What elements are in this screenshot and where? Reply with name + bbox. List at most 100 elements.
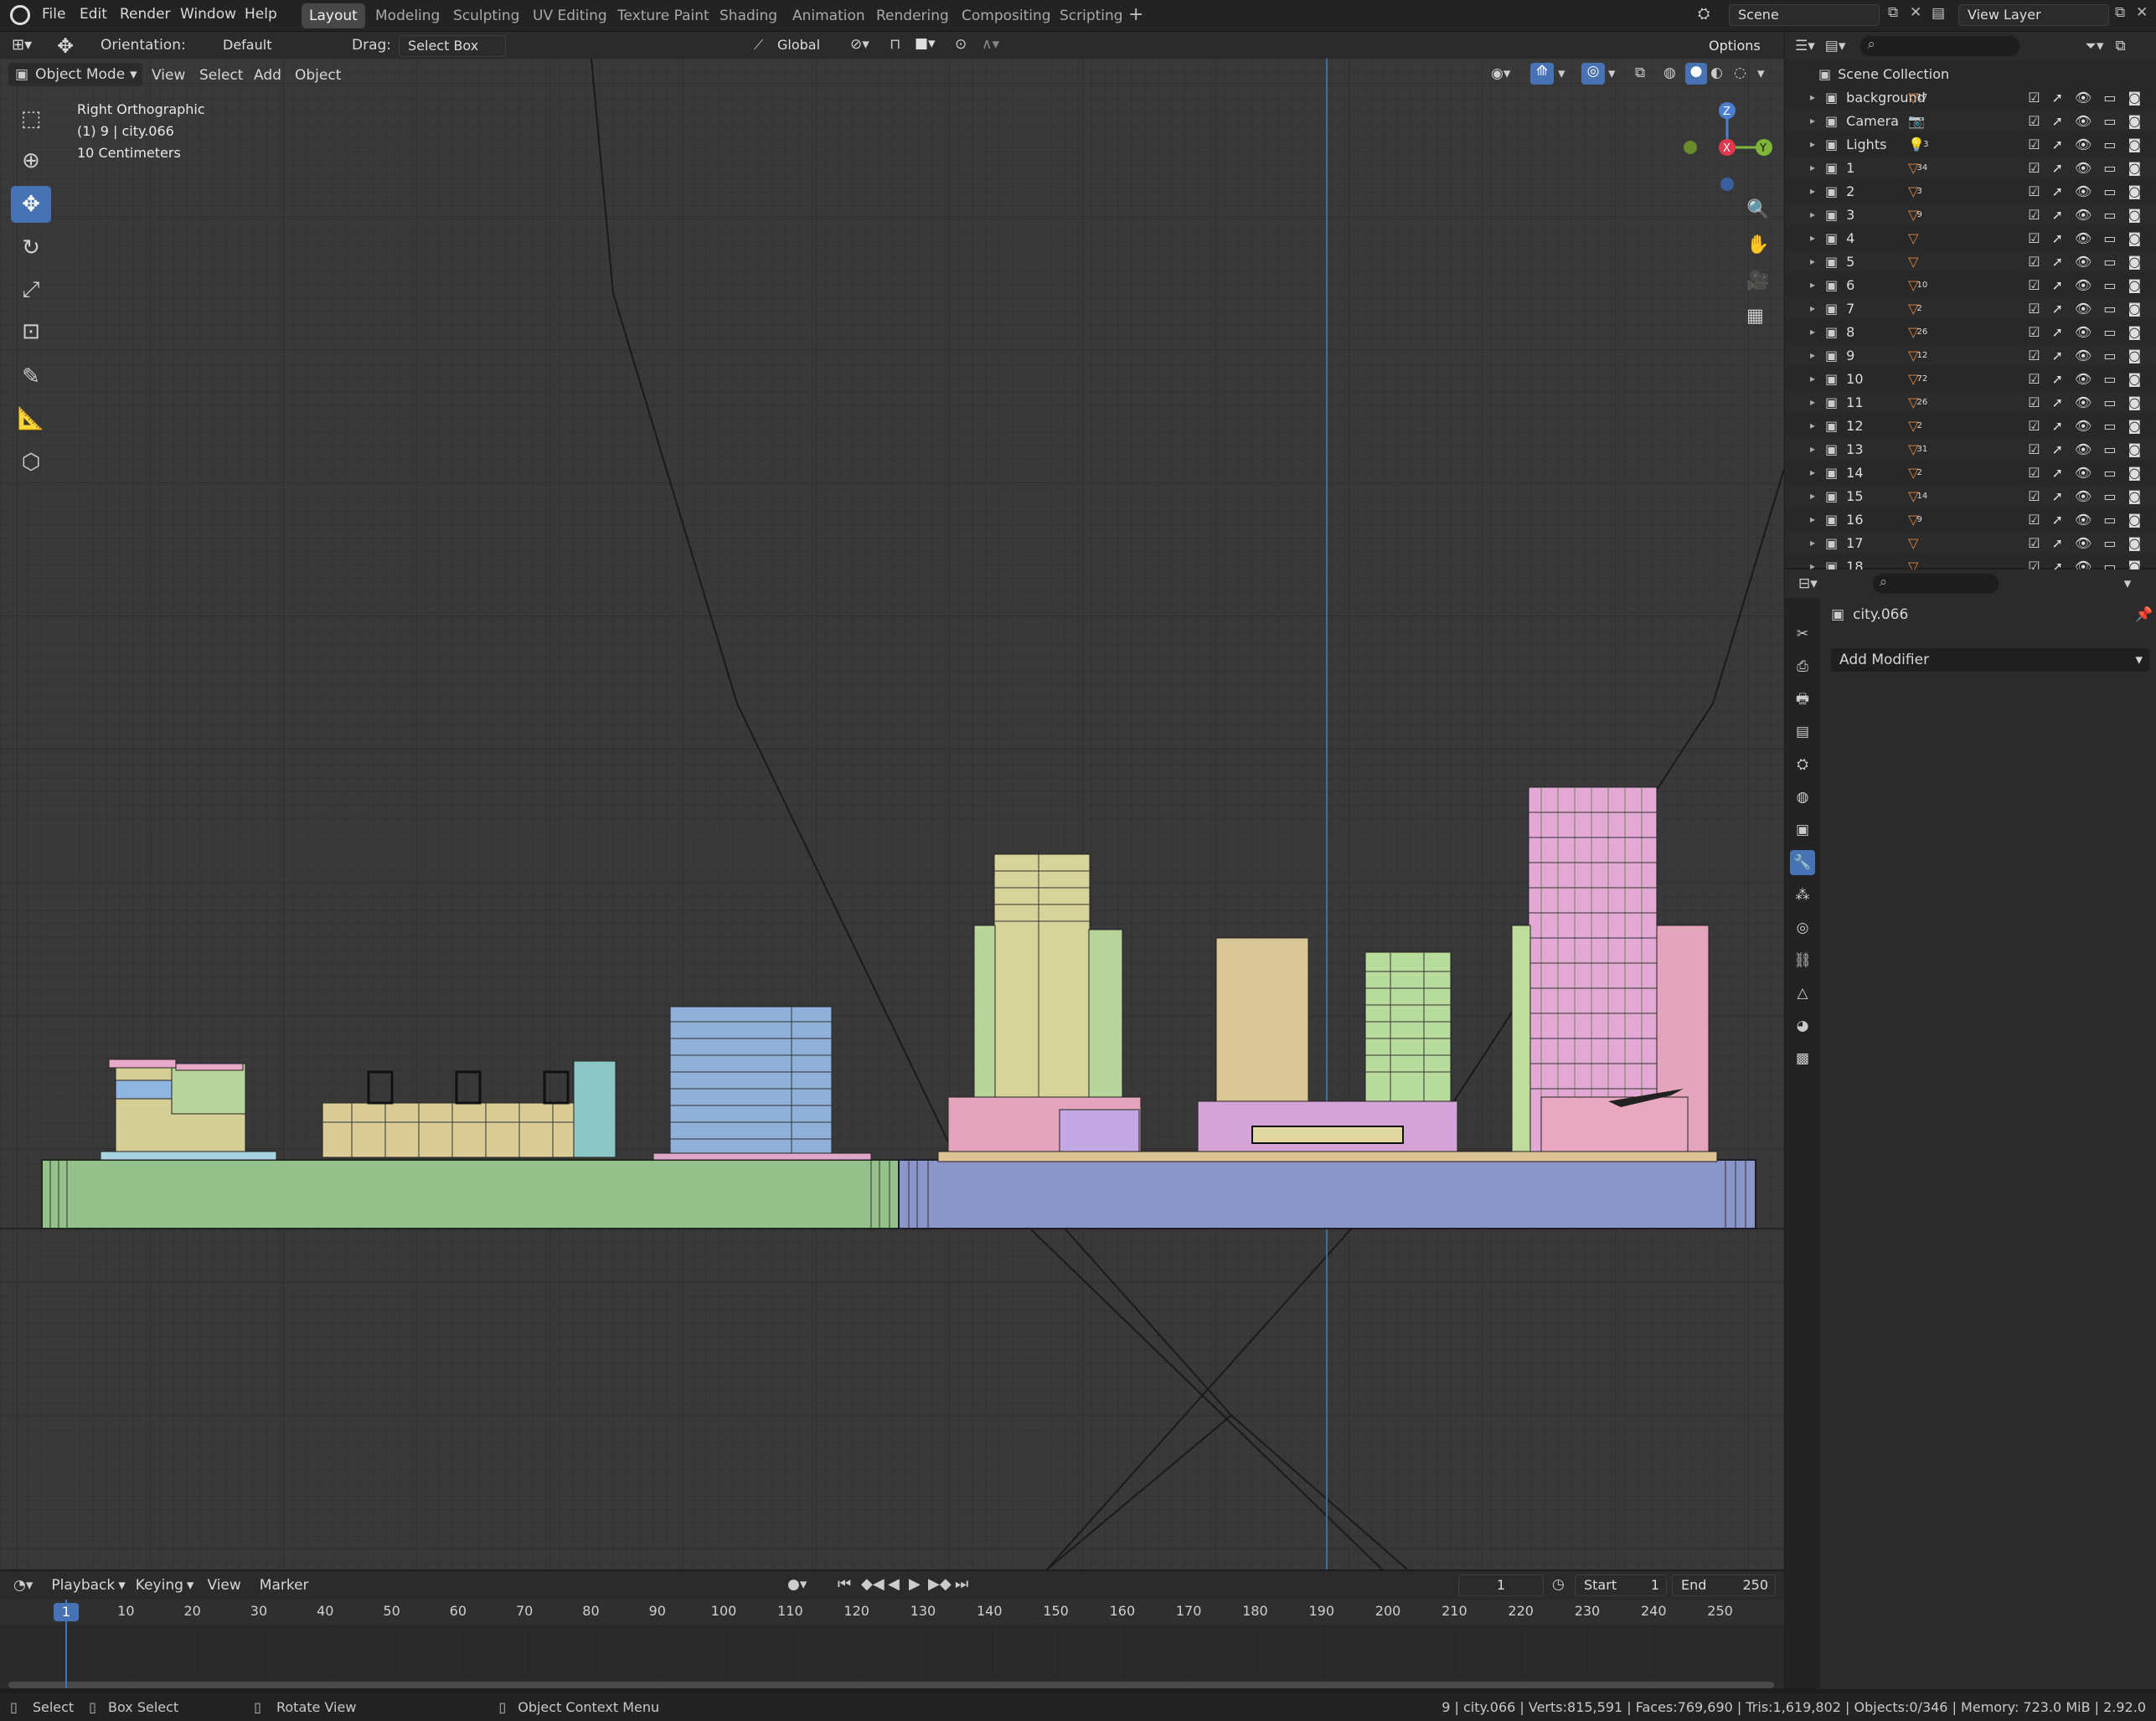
wireframe-shading-icon[interactable]: ◍	[1663, 64, 1676, 81]
eye-icon[interactable]: 👁	[2075, 183, 2092, 199]
viewport-toggle-icon[interactable]: ▭	[2103, 230, 2116, 246]
viewport-toggle-icon[interactable]: ▭	[2103, 465, 2116, 481]
outliner-row[interactable]: ▸ ▣ 1 ▽ 34 ☑ ➚ 👁 ▭ ◙	[1785, 156, 2156, 179]
render-toggle-icon[interactable]: ◙	[2128, 254, 2141, 270]
filter-icon[interactable]: ⏷▾	[2085, 38, 2103, 54]
eye-icon[interactable]: 👁	[2075, 207, 2092, 223]
proportional-edit-icon[interactable]: ⊙	[955, 36, 967, 53]
eye-icon[interactable]: 👁	[2075, 90, 2092, 106]
view-layer-icon[interactable]: ▤	[1790, 719, 1815, 745]
material-icon[interactable]: ◕	[1790, 1013, 1815, 1038]
options-dropdown[interactable]: Options	[1700, 35, 1769, 57]
outliner-editor-icon[interactable]: ☰▾	[1795, 38, 1815, 54]
next-keyframe-icon[interactable]: ▶◆	[928, 1575, 952, 1593]
exclude-checkbox[interactable]: ☑	[2028, 301, 2040, 317]
select-toggle-icon[interactable]: ➚	[2052, 137, 2063, 152]
scale-tool-icon[interactable]: ⤢	[11, 271, 51, 308]
tab-modeling[interactable]: Modeling	[368, 3, 447, 28]
properties-search-input[interactable]: ⌕	[1872, 574, 1999, 594]
drag-dropdown[interactable]: Select Box	[399, 35, 506, 57]
add-cube-tool-icon[interactable]: ⬡	[11, 444, 51, 481]
new-view-layer-icon[interactable]: ⧉	[2115, 4, 2125, 21]
expand-icon[interactable]: ▸	[1810, 537, 1815, 549]
select-toggle-icon[interactable]: ➚	[2052, 277, 2063, 293]
render-toggle-icon[interactable]: ◙	[2128, 160, 2141, 176]
viewport-toggle-icon[interactable]: ▭	[2103, 301, 2116, 317]
viewport-toggle-icon[interactable]: ▭	[2103, 512, 2116, 528]
eye-icon[interactable]: 👁	[2075, 113, 2092, 129]
blender-logo-icon[interactable]	[10, 5, 30, 25]
expand-icon[interactable]: ▸	[1810, 91, 1815, 103]
expand-icon[interactable]: ▸	[1810, 115, 1815, 126]
pan-hand-icon[interactable]: ✋	[1746, 234, 1769, 255]
exclude-checkbox[interactable]: ☑	[2028, 371, 2040, 387]
select-toggle-icon[interactable]: ➚	[2052, 113, 2063, 129]
eye-icon[interactable]: 👁	[2075, 441, 2092, 457]
frame-ruler[interactable]: 10 20 30 40 50 60 70 80 90 100 110 120 130 140 150 160 1…	[0, 1600, 1784, 1625]
close-view-layer-icon[interactable]: ✕	[2136, 4, 2148, 21]
tab-layout[interactable]: Layout	[302, 3, 365, 28]
move-tool-icon[interactable]: ✥	[11, 186, 51, 223]
exclude-checkbox[interactable]: ☑	[2028, 160, 2040, 176]
exclude-checkbox[interactable]: ☑	[2028, 90, 2040, 106]
new-collection-icon[interactable]: ⧉	[2116, 38, 2126, 54]
editor-type-icon[interactable]: ⊞▾	[12, 36, 32, 54]
outliner-row[interactable]: ▸ ▣ 10 ▽ 72 ☑ ➚ 👁 ▭ ◙	[1785, 367, 2156, 390]
add-modifier-dropdown[interactable]: Add Modifier ▾	[1831, 648, 2149, 672]
3d-viewport[interactable]	[0, 59, 1784, 1569]
expand-icon[interactable]: ▸	[1810, 513, 1815, 525]
new-scene-icon[interactable]: ⧉	[1888, 4, 1898, 21]
outliner-row[interactable]: ▸ ▣ 6 ▽ 10 ☑ ➚ 👁 ▭ ◙	[1785, 273, 2156, 296]
end-frame-field[interactable]: End 250	[1672, 1574, 1776, 1596]
expand-icon[interactable]: ▸	[1810, 302, 1815, 314]
tab-shading[interactable]: Shading	[712, 3, 785, 28]
exclude-checkbox[interactable]: ☑	[2028, 488, 2040, 504]
eye-icon[interactable]: 👁	[2075, 348, 2092, 363]
viewport-toggle-icon[interactable]: ▭	[2103, 394, 2116, 410]
measure-tool-icon[interactable]: 📐	[11, 400, 51, 437]
pivot-icon[interactable]: ⊘▾	[850, 36, 869, 53]
scene-icon[interactable]: ⛭	[1790, 752, 1815, 777]
auto-keying-icon[interactable]: ●▾	[787, 1576, 807, 1593]
outliner-row[interactable]: ▸ ▣ 2 ▽ 3 ☑ ➚ 👁 ▭ ◙	[1785, 179, 2156, 203]
snap-icon[interactable]: ⊓	[890, 36, 900, 53]
orientation-dropdown[interactable]: Default	[214, 35, 330, 57]
eye-icon[interactable]: 👁	[2075, 465, 2092, 481]
outliner-row[interactable]: ▸ ▣ 11 ▽ 26 ☑ ➚ 👁 ▭ ◙	[1785, 390, 2156, 414]
eye-icon[interactable]: 👁	[2075, 535, 2092, 551]
expand-icon[interactable]: ▸	[1810, 443, 1815, 455]
render-toggle-icon[interactable]: ◙	[2128, 394, 2141, 410]
outliner-row[interactable]: ▸ ▣ Camera 📷 ☑ ➚ 👁 ▭ ◙	[1785, 109, 2156, 132]
outliner-row[interactable]: ▸ ▣ 5 ▽ ☑ ➚ 👁 ▭ ◙	[1785, 250, 2156, 273]
playhead-marker[interactable]: 1	[54, 1603, 79, 1621]
view-layer-icon[interactable]: ▤	[1932, 5, 1945, 22]
move-tool-icon[interactable]: ✥	[57, 34, 74, 58]
viewport-toggle-icon[interactable]: ▭	[2103, 348, 2116, 363]
outliner-row[interactable]: ▸ ▣ 13 ▽ 31 ☑ ➚ 👁 ▭ ◙	[1785, 437, 2156, 461]
expand-icon[interactable]: ▸	[1810, 373, 1815, 384]
expand-icon[interactable]: ▸	[1810, 326, 1815, 338]
output-icon[interactable]: 🖶	[1790, 687, 1815, 712]
select-toggle-icon[interactable]: ➚	[2052, 160, 2063, 176]
data-icon[interactable]: △	[1790, 981, 1815, 1006]
viewport-menu-add[interactable]: Add	[254, 67, 281, 84]
expand-icon[interactable]: ▸	[1810, 162, 1815, 173]
expand-icon[interactable]: ▸	[1810, 138, 1815, 150]
viewport-toggle-icon[interactable]: ▭	[2103, 113, 2116, 129]
exclude-checkbox[interactable]: ☑	[2028, 230, 2040, 246]
jump-end-icon[interactable]: ⏭	[955, 1575, 968, 1593]
add-workspace-icon[interactable]: +	[1128, 4, 1143, 25]
select-toggle-icon[interactable]: ➚	[2052, 183, 2063, 199]
eye-icon[interactable]: 👁	[2075, 230, 2092, 246]
outliner-row[interactable]: ▸ ▣ 8 ▽ 26 ☑ ➚ 👁 ▭ ◙	[1785, 320, 2156, 343]
exclude-checkbox[interactable]: ☑	[2028, 535, 2040, 551]
solid-shading-icon[interactable]: ●	[1685, 63, 1707, 85]
transform-orientation-dropdown[interactable]: Global	[769, 35, 838, 57]
outliner-row[interactable]: ▸ ▣ 4 ▽ ☑ ➚ 👁 ▭ ◙	[1785, 226, 2156, 250]
exclude-checkbox[interactable]: ☑	[2028, 254, 2040, 270]
select-toggle-icon[interactable]: ➚	[2052, 535, 2063, 551]
outliner-row[interactable]: ▸ ▣ 16 ▽ 9 ☑ ➚ 👁 ▭ ◙	[1785, 508, 2156, 531]
overlays-toggle-icon[interactable]: ◎	[1581, 63, 1605, 85]
outliner-row[interactable]: ▸ ▣ 9 ▽ 12 ☑ ➚ 👁 ▭ ◙	[1785, 343, 2156, 367]
viewport-toggle-icon[interactable]: ▭	[2103, 535, 2116, 551]
